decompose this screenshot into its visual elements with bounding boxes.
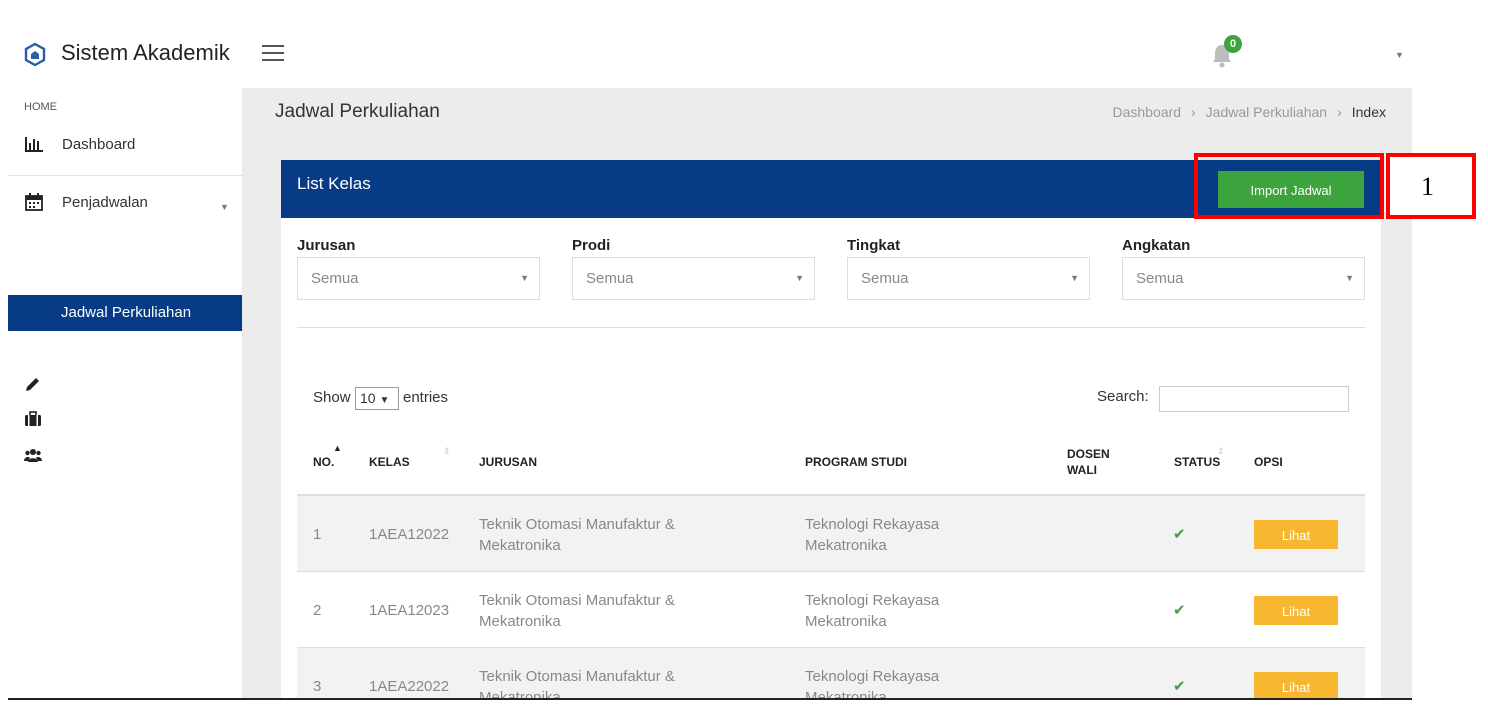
cell-no: 1	[313, 526, 322, 543]
search-input[interactable]	[1159, 386, 1349, 412]
status-check-icon: ✔	[1173, 678, 1186, 695]
sidebar-item-label: Dashboard	[62, 135, 136, 153]
chevron-down-icon: ▼	[1345, 273, 1354, 283]
chevron-down-icon: ▼	[1070, 273, 1079, 283]
calendar-icon	[25, 193, 43, 211]
column-header-program-studi[interactable]: PROGRAM STUDI	[805, 455, 907, 469]
jurusan-select[interactable]: Semua ▼	[297, 257, 540, 300]
menu-toggle-icon[interactable]	[262, 45, 284, 63]
cell-jurusan: Teknik Otomasi Manufaktur & Mekatronika	[479, 592, 675, 630]
cell-kelas: 1AEA22022	[369, 678, 450, 695]
sidebar-item-label: Penjadwalan	[62, 193, 148, 211]
users-icon[interactable]	[24, 446, 42, 464]
cell-program-studi: Teknologi Rekayasa Mekatronika	[805, 516, 940, 554]
notification-badge: 0	[1224, 35, 1242, 53]
filter-label-prodi: Prodi	[572, 237, 611, 254]
filter-label-jurusan: Jurusan	[297, 237, 356, 254]
select-value: Semua	[311, 270, 359, 287]
page-title: Jadwal Perkuliahan	[275, 101, 440, 122]
filter-label-angkatan: Angkatan	[1122, 237, 1191, 254]
sidebar: HOME Dashboard Penjadwalan ▼ Jadwal Perk…	[0, 88, 243, 699]
tingkat-select[interactable]: Semua ▼	[847, 257, 1090, 300]
column-header-jurusan[interactable]: JURUSAN	[479, 455, 537, 469]
annotation-number: 1	[1421, 172, 1434, 201]
sidebar-item-penjadwalan[interactable]: Penjadwalan	[24, 193, 148, 211]
prodi-select[interactable]: Semua ▼	[572, 257, 815, 300]
status-check-icon: ✔	[1173, 602, 1186, 619]
column-header-kelas[interactable]: KELAS	[369, 455, 410, 469]
sidebar-section-label: HOME	[24, 101, 57, 113]
page-size-select[interactable]: 10 ▼	[355, 387, 399, 410]
sort-icon[interactable]: ⇕	[1217, 446, 1225, 457]
column-header-dosen-wali[interactable]: DOSEN WALI	[1067, 446, 1127, 478]
filter-label-tingkat: Tingkat	[847, 237, 901, 254]
cell-program-studi: Teknologi Rekayasa Mekatronika	[805, 592, 940, 630]
column-header-status[interactable]: STATUS	[1174, 455, 1220, 469]
breadcrumb-current: Index	[1351, 104, 1386, 120]
top-bar: Sistem Akademik 0 ▼	[0, 0, 1412, 88]
chevron-down-icon: ▼	[379, 395, 390, 406]
highlight-box	[1194, 153, 1384, 219]
cell-jurusan: Teknik Otomasi Manufaktur & Mekatronika	[479, 668, 675, 699]
select-value: Semua	[861, 270, 909, 287]
briefcase-icon[interactable]	[24, 410, 42, 428]
app-title: Sistem Akademik	[61, 40, 230, 65]
bottom-border	[8, 698, 1412, 700]
lihat-button[interactable]: Lihat	[1254, 596, 1338, 625]
status-check-icon: ✔	[1173, 526, 1186, 543]
breadcrumb-item[interactable]: Dashboard	[1113, 104, 1182, 120]
cell-jurusan: Teknik Otomasi Manufaktur & Mekatronika	[479, 516, 675, 554]
home-logo-icon	[24, 42, 46, 66]
cell-no: 2	[313, 602, 322, 619]
sidebar-item-jadwal-perkuliahan[interactable]: Jadwal Perkuliahan	[8, 295, 242, 331]
chevron-down-icon: ▼	[520, 273, 529, 283]
lihat-button[interactable]: Lihat	[1254, 520, 1338, 549]
sidebar-divider	[8, 175, 242, 176]
pencil-icon[interactable]	[24, 375, 42, 393]
sidebar-item-dashboard[interactable]: Dashboard	[24, 135, 135, 153]
table-row: 1 1AEA12022 Teknik Otomasi Manufaktur & …	[297, 496, 1365, 572]
chevron-down-icon: ▼	[795, 273, 804, 283]
show-label: Show	[313, 389, 351, 406]
divider	[297, 327, 1365, 328]
table-row: 2 1AEA12023 Teknik Otomasi Manufaktur & …	[297, 572, 1365, 648]
column-header-no[interactable]: NO.	[313, 455, 334, 469]
user-dropdown-caret-icon[interactable]: ▼	[1395, 50, 1404, 60]
sort-icon[interactable]: ⇕	[443, 446, 451, 457]
column-header-opsi: OPSI	[1254, 455, 1283, 469]
cell-kelas: 1AEA12023	[369, 602, 450, 619]
select-value: Semua	[1136, 270, 1184, 287]
card-title: List Kelas	[297, 174, 371, 193]
sort-asc-icon[interactable]: ▲	[333, 443, 342, 453]
page-size-value: 10	[360, 390, 376, 406]
breadcrumb-item[interactable]: Jadwal Perkuliahan	[1206, 104, 1327, 120]
search-label: Search:	[1097, 388, 1149, 405]
list-kelas-card: List Kelas Import Jadwal Jurusan Semua ▼ …	[281, 160, 1381, 699]
cell-kelas: 1AEA12022	[369, 526, 450, 543]
entries-label: entries	[403, 389, 449, 406]
table-row: 3 1AEA22022 Teknik Otomasi Manufaktur & …	[297, 648, 1365, 699]
cell-no: 3	[313, 678, 322, 695]
select-value: Semua	[586, 270, 634, 287]
breadcrumb: Dashboard › Jadwal Perkuliahan › Index	[1112, 104, 1387, 120]
chevron-down-icon[interactable]: ▼	[220, 202, 229, 212]
angkatan-select[interactable]: Semua ▼	[1122, 257, 1365, 300]
lihat-button[interactable]: Lihat	[1254, 672, 1338, 699]
bar-chart-icon	[25, 137, 43, 152]
cell-program-studi: Teknologi Rekayasa Mekatronika	[805, 668, 940, 699]
